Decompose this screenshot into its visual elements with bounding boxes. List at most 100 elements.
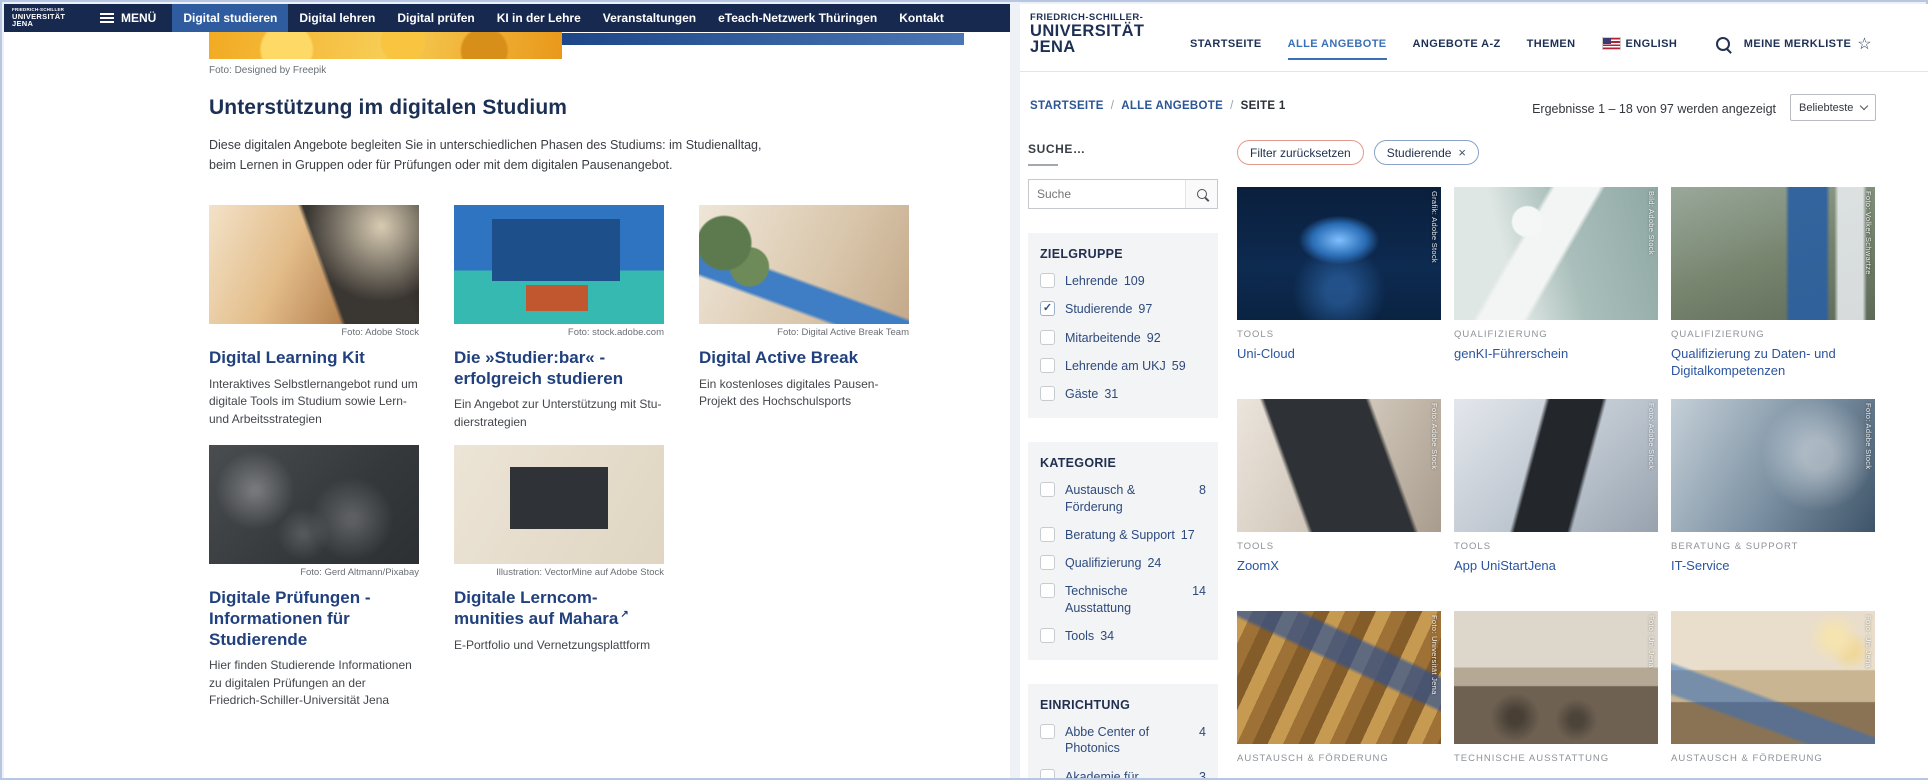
teaser-card-3[interactable]: Foto: Gerd Altmann/PixabayDigitale Prüfu… — [209, 445, 419, 709]
teaser-card-2[interactable]: Foto: Digital Active Break TeamDigital A… — [699, 205, 909, 431]
header-nav-item-3[interactable]: THEMEN — [1527, 38, 1576, 50]
filter-label: Abbe Center of Photonics — [1065, 724, 1193, 757]
checkbox-icon[interactable] — [1040, 527, 1055, 542]
filter-checkbox-row[interactable]: Beratung & Support17 — [1040, 527, 1206, 543]
breadcrumb-link-1[interactable]: ALLE ANGEBOTE — [1121, 100, 1223, 112]
robot-image: Bild: Adobe Stock — [1454, 187, 1658, 320]
checkbox-icon[interactable] — [1040, 358, 1055, 373]
result-tile-3[interactable]: Foto: Adobe StockTOOLSZoomX — [1237, 399, 1441, 611]
breadcrumb-separator: / — [1111, 100, 1115, 112]
checkbox-icon[interactable] — [1040, 583, 1055, 598]
filter-checkbox-row[interactable]: Austausch & Förderung8 — [1040, 482, 1206, 515]
nav-item-5[interactable]: eTeach-Netzwerk Thüringen — [707, 4, 888, 32]
result-tile-1[interactable]: Bild: Adobe StockQUALIFIZIERUNGgenKI-Füh… — [1454, 187, 1658, 399]
logo-line: JENA — [1030, 39, 1144, 56]
result-tile-5[interactable]: Foto: Adobe StockBERATUNG & SUPPORTIT-Se… — [1671, 399, 1875, 611]
tile-title: App UniStartJena — [1454, 558, 1658, 575]
filter-checkbox-row[interactable]: Mitarbeitende92 — [1040, 330, 1206, 346]
nav-item-6[interactable]: Kontakt — [888, 4, 955, 32]
filter-checkbox-row[interactable]: Lehrende am UKJ59 — [1040, 358, 1206, 374]
active-filter-chips: Filter zurücksetzen Studierende × — [1237, 140, 1479, 165]
teaser-card-4[interactable]: Illustration: VectorMine auf Adobe Stock… — [454, 445, 664, 709]
checkbox-icon[interactable] — [1040, 555, 1055, 570]
university-logo[interactable]: FRIEDRICH-SCHILLER UNIVERSITÄT JENA — [12, 8, 82, 28]
writing-image — [209, 205, 419, 324]
checkbox-icon[interactable] — [1040, 386, 1055, 401]
card-title: Digital Active Break — [699, 348, 891, 369]
filter-label: Studierende — [1065, 301, 1132, 317]
filter-label: Beratung & Support — [1065, 527, 1175, 543]
menu-button[interactable]: MENÜ — [100, 11, 156, 25]
checkbox-icon[interactable] — [1040, 482, 1055, 497]
chip-label: Studierende — [1387, 146, 1452, 160]
filter-checkbox-row[interactable]: Akademie für Lehrentwicklung (ALe)3 — [1040, 769, 1206, 779]
close-icon[interactable]: × — [1458, 145, 1466, 160]
result-tile-4[interactable]: Foto: Adobe StockTOOLSApp UniStartJena — [1454, 399, 1658, 611]
merkliste-link[interactable]: MEINE MERKLISTE ☆ — [1744, 34, 1872, 54]
checkbox-icon[interactable] — [1040, 724, 1055, 739]
filter-checkbox-row[interactable]: ✓Studierende97 — [1040, 301, 1206, 317]
filter-groups: ZIELGRUPPELehrende109✓Studierende97Mitar… — [1028, 233, 1218, 778]
nav-item-3[interactable]: KI in der Lehre — [486, 4, 592, 32]
result-tile-0[interactable]: Grafik: Adobe StockTOOLSUni-Cloud — [1237, 187, 1441, 399]
filter-group-title: EINRICHTUNG — [1040, 698, 1206, 712]
phone-image: Foto: Adobe Stock — [1454, 399, 1658, 532]
result-tile-8[interactable]: Foto: Uni JenaAUSTAUSCH & FÖRDERUNG — [1671, 611, 1875, 778]
filter-label: Lehrende am UKJ — [1065, 358, 1166, 374]
filter-chip-0[interactable]: Filter zurücksetzen — [1237, 140, 1364, 165]
photo-credit-vertical: Foto: Uni Jena — [1647, 615, 1656, 668]
checkbox-icon[interactable] — [1040, 273, 1055, 288]
checkbox-icon[interactable] — [1040, 330, 1055, 345]
nav-item-label: ENGLISH — [1626, 38, 1678, 50]
nav-item-1[interactable]: Digital lehren — [288, 4, 386, 32]
result-tile-2[interactable]: Foto: Volker SchwartzeQUALIFIZIERUNGQual… — [1671, 187, 1875, 399]
teaser-card-grid: Foto: Adobe StockDigital Learning KitInt… — [209, 205, 909, 710]
filter-label: Qualifizierung — [1065, 555, 1141, 571]
filter-group-title: KATEGORIE — [1040, 456, 1206, 470]
university-logo[interactable]: FRIEDRICH-SCHILLER- UNIVERSITÄT JENA — [1030, 13, 1144, 56]
card-title-text: Digital Active Break — [699, 348, 858, 367]
header-nav-item-4[interactable]: ENGLISH — [1602, 37, 1678, 50]
screenshot-canvas: FRIEDRICH-SCHILLER UNIVERSITÄT JENA MENÜ… — [0, 0, 1928, 780]
card-description: Hier finden Studierende Informationen zu… — [209, 657, 419, 709]
filter-checkbox-row[interactable]: Tools34 — [1040, 628, 1206, 644]
breadcrumb-link-0[interactable]: STARTSEITE — [1030, 100, 1104, 112]
filter-checkbox-row[interactable]: Gäste31 — [1040, 386, 1206, 402]
header-nav-item-1[interactable]: ALLE ANGEBOTE — [1288, 38, 1387, 50]
checkbox-checked-icon[interactable]: ✓ — [1040, 301, 1055, 316]
filter-checkbox-row[interactable]: Qualifizierung24 — [1040, 555, 1206, 571]
photo-credit-vertical: Grafik: Adobe Stock — [1430, 191, 1439, 263]
filter-checkbox-row[interactable]: Technische Ausstattung14 — [1040, 583, 1206, 616]
header-nav-item-0[interactable]: STARTSEITE — [1190, 38, 1262, 50]
filter-label: Gäste — [1065, 386, 1098, 402]
photo-credit-vertical: Foto: Uni Jena — [1864, 615, 1873, 668]
nav-item-2[interactable]: Digital prüfen — [386, 4, 485, 32]
search-input[interactable] — [1029, 180, 1185, 208]
search-icon[interactable] — [1716, 37, 1730, 51]
nav-item-0[interactable]: Digital studieren — [172, 4, 288, 32]
teaser-card-0[interactable]: Foto: Adobe StockDigital Learning KitInt… — [209, 205, 419, 431]
menu-label: MENÜ — [121, 11, 156, 25]
nav-item-4[interactable]: Veranstaltungen — [592, 4, 707, 32]
left-page-content: Foto: Designed by Freepik Unterstützung … — [209, 65, 909, 710]
filter-chip-1[interactable]: Studierende × — [1374, 140, 1479, 165]
result-tile-7[interactable]: Foto: Uni Jena TECHNISCHE AUSSTATTUNG — [1454, 611, 1658, 778]
hamburger-icon — [100, 17, 114, 19]
sort-select[interactable]: Beliebteste — [1790, 94, 1876, 121]
header-nav-item-2[interactable]: ANGEBOTE A-Z — [1413, 38, 1501, 50]
sort-selected-value: Beliebteste — [1799, 102, 1853, 114]
result-tile-6[interactable]: Foto: Universität JenaAUSTAUSCH & FÖRDER… — [1237, 611, 1441, 778]
checkbox-icon[interactable] — [1040, 628, 1055, 643]
hero-blue-strip — [562, 33, 964, 45]
right-page-header: FRIEDRICH-SCHILLER- UNIVERSITÄT JENA STA… — [1020, 4, 1928, 72]
tile-title: IT-Service — [1671, 558, 1875, 575]
tile-category: TECHNISCHE AUSSTATTUNG — [1454, 753, 1658, 764]
teaser-card-1[interactable]: Foto: stock.adobe.comDie »Studier:bar« -… — [454, 205, 664, 431]
filter-checkbox-row[interactable]: Abbe Center of Photonics4 — [1040, 724, 1206, 757]
checkbox-icon[interactable] — [1040, 769, 1055, 779]
us-flag-icon — [1602, 37, 1621, 50]
card-description: Interaktives Selbstlernangebot rund um d… — [209, 376, 419, 428]
search-submit-button[interactable] — [1185, 180, 1217, 208]
filter-checkbox-row[interactable]: Lehrende109 — [1040, 273, 1206, 289]
photo-credit-vertical: Foto: Adobe Stock — [1647, 403, 1656, 469]
